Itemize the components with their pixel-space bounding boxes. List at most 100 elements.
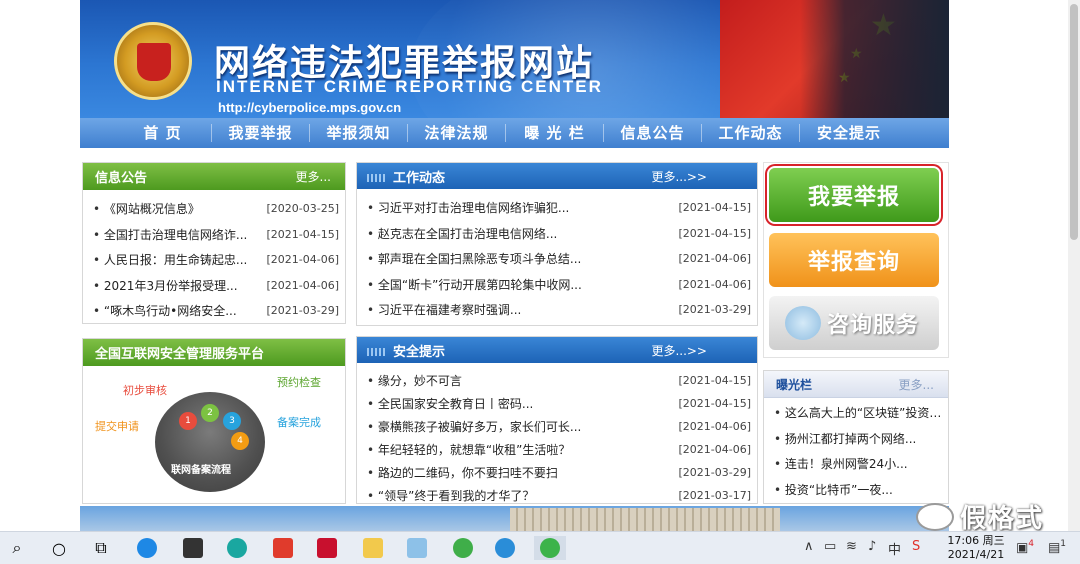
list-item[interactable]: 全民国家安全教育日丨密码...[2021-04-15] xyxy=(367,392,751,415)
header-dots-icon xyxy=(367,174,385,182)
site-url: http://cyberpolice.mps.gov.cn xyxy=(218,100,402,115)
list-item[interactable]: 路边的二维码，你不要扫哇不要扫[2021-03-29] xyxy=(367,461,751,484)
process-center-label: 联网备案流程 xyxy=(171,465,231,476)
info-notice-more-link[interactable]: 更多... xyxy=(296,168,331,185)
safety-tips-title: 安全提示 xyxy=(393,344,446,360)
list-item[interactable]: 缘分，妙不可言[2021-04-15] xyxy=(367,369,751,392)
main-nav: 首 页 我要举报 举报须知 法律法规 曝 光 栏 信息公告 工作动态 安全提示 xyxy=(80,118,949,148)
mail-icon[interactable]: ▣4 xyxy=(1016,539,1034,555)
work-news-list: 习近平对打击治理电信网络诈骗犯...[2021-04-15] 赵克志在全国打击治… xyxy=(357,189,757,323)
step-number: 1 xyxy=(179,412,197,430)
list-item[interactable]: 赵克志在全国打击治理电信网络...[2021-04-15] xyxy=(367,221,751,247)
step-label: 提交申请 xyxy=(95,420,139,433)
paint-icon[interactable] xyxy=(404,536,430,560)
list-item[interactable]: 习近平在福建考察时强调...[2021-03-29] xyxy=(367,297,751,323)
task-view-icon[interactable]: ⧉ xyxy=(88,536,114,560)
nav-report-notice[interactable]: 举报须知 xyxy=(310,124,408,142)
exposure-header: 曝光栏 更多... xyxy=(764,371,948,398)
building-graphic xyxy=(510,508,780,531)
file-explorer-icon[interactable] xyxy=(360,536,386,560)
bottom-banner-image xyxy=(80,506,949,531)
browser-icon[interactable] xyxy=(450,536,476,560)
info-notice-list: 《网站概况信息》[2020-03-25] 全国打击治理电信网络诈...[2021… xyxy=(83,190,345,324)
site-title-english: INTERNET CRIME REPORTING CENTER xyxy=(216,77,603,96)
exposure-more-link[interactable]: 更多... xyxy=(899,376,934,393)
nav-laws[interactable]: 法律法规 xyxy=(408,124,506,142)
list-item[interactable]: 这么高大上的“区块链”投资”... xyxy=(774,400,942,426)
edge-icon[interactable] xyxy=(224,536,250,560)
list-item[interactable]: 人民日报：用生命铸起忠...[2021-04-06] xyxy=(93,247,339,273)
store-icon[interactable] xyxy=(180,536,206,560)
list-item[interactable]: 习近平对打击治理电信网络诈骗犯...[2021-04-15] xyxy=(367,195,751,221)
consult-service-button[interactable]: 咨询服务 xyxy=(769,296,939,350)
scrollbar-thumb[interactable] xyxy=(1070,4,1078,240)
step-number: 4 xyxy=(231,432,249,450)
nav-report[interactable]: 我要举报 xyxy=(212,124,310,142)
info-notice-title: 信息公告 xyxy=(95,171,148,186)
list-item[interactable]: 连击！泉州网警24小... xyxy=(774,451,942,477)
site-banner: 网络违法犯罪举报网站 INTERNET CRIME REPORTING CENT… xyxy=(80,0,949,118)
nav-work-news[interactable]: 工作动态 xyxy=(702,124,800,142)
ie-icon[interactable] xyxy=(134,536,160,560)
safety-tips-panel: 安全提示 更多...>> 缘分，妙不可言[2021-04-15] 全民国家安全教… xyxy=(356,336,758,504)
list-item[interactable]: 郭声琨在全国扫黑除恶专项斗争总结...[2021-04-06] xyxy=(367,246,751,272)
mcafee-icon[interactable] xyxy=(314,536,340,560)
safety-tips-more-link[interactable]: 更多...>> xyxy=(651,342,707,359)
header-dots-icon xyxy=(367,348,385,356)
mail-badge: 4 xyxy=(1028,539,1035,549)
exposure-title: 曝光栏 xyxy=(776,377,813,392)
wechat-icon[interactable] xyxy=(534,536,566,560)
chevron-up-icon[interactable]: ∧ xyxy=(804,539,814,554)
nav-safety-tips[interactable]: 安全提示 xyxy=(800,124,898,142)
notification-count: 1 xyxy=(1060,539,1067,549)
list-item[interactable]: 《网站概况信息》[2020-03-25] xyxy=(93,196,339,222)
police-officers-graphic xyxy=(800,0,949,118)
work-news-panel: 工作动态 更多...>> 习近平对打击治理电信网络诈骗犯...[2021-04-… xyxy=(356,162,758,326)
microphone-icon xyxy=(785,306,821,340)
watermark: 假格式 xyxy=(916,498,1044,531)
watermark-text: 假格式 xyxy=(960,504,1045,531)
ime-indicator[interactable]: 中 xyxy=(888,539,901,558)
wifi-icon[interactable]: ≋ xyxy=(846,539,857,554)
clock[interactable]: 17:06 周三 2021/4/21 xyxy=(944,534,1008,562)
report-button[interactable]: 我要举报 xyxy=(769,168,939,222)
step-label: 预约检查 xyxy=(277,376,321,389)
safety-tips-header: 安全提示 更多...>> xyxy=(357,337,757,363)
red-app-icon[interactable] xyxy=(270,536,296,560)
clock-date: 2021/4/21 xyxy=(947,548,1005,561)
list-item[interactable]: 全国“断卡”行动开展第四轮集中收网...[2021-04-06] xyxy=(367,272,751,298)
list-item[interactable]: 扬州江都打掉两个网络... xyxy=(774,426,942,452)
step-number: 3 xyxy=(223,412,241,430)
cortana-icon[interactable]: ○ xyxy=(46,536,72,560)
wechat-logo-icon xyxy=(916,502,954,531)
browser-viewport: 网络违法犯罪举报网站 INTERNET CRIME REPORTING CENT… xyxy=(0,0,1080,531)
security-platform-panel[interactable]: 全国互联网安全管理服务平台 1 2 3 4 初步审核 预约检查 提交申请 备案完… xyxy=(82,338,346,504)
list-item[interactable]: “领导”终于看到我的才华了？[2021-03-17] xyxy=(367,484,751,507)
battery-icon[interactable]: ▭ xyxy=(824,539,836,554)
volume-icon[interactable]: ♪ xyxy=(868,539,876,554)
work-news-header: 工作动态 更多...>> xyxy=(357,163,757,189)
list-item[interactable]: “啄木鸟行动•网络安全...[2021-03-29] xyxy=(93,298,339,324)
report-query-button[interactable]: 举报查询 xyxy=(769,233,939,287)
taskbar: ⌕ ○ ⧉ ∧ ▭ ≋ ♪ 中 S 17:06 周三 2021/4/21 ▣4 … xyxy=(0,531,1080,564)
consult-service-label: 咨询服务 xyxy=(826,313,919,338)
scrollbar[interactable] xyxy=(1068,0,1080,531)
nav-exposure[interactable]: 曝 光 栏 xyxy=(506,124,604,142)
search-icon[interactable]: ⌕ xyxy=(4,536,30,560)
info-notice-header: 信息公告 更多... xyxy=(83,163,345,190)
work-news-title: 工作动态 xyxy=(393,170,446,186)
safety-tips-list: 缘分，妙不可言[2021-04-15] 全民国家安全教育日丨密码...[2021… xyxy=(357,363,757,507)
qq-browser-icon[interactable] xyxy=(492,536,518,560)
clock-time: 17:06 周三 xyxy=(947,534,1005,547)
nav-info-notice[interactable]: 信息公告 xyxy=(604,124,702,142)
sogou-input-icon[interactable]: S xyxy=(912,539,920,554)
list-item[interactable]: 豪横熊孩子被骗好多万，家长们可长...[2021-04-06] xyxy=(367,415,751,438)
list-item[interactable]: 全国打击治理电信网络诈...[2021-04-15] xyxy=(93,222,339,248)
nav-home[interactable]: 首 页 xyxy=(114,124,212,142)
list-item[interactable]: 年纪轻轻的，就想靠“收租”生活啦？[2021-04-06] xyxy=(367,438,751,461)
work-news-more-link[interactable]: 更多...>> xyxy=(651,168,707,185)
police-emblem-icon xyxy=(114,22,192,100)
list-item[interactable]: 2021年3月份举报受理...[2021-04-06] xyxy=(93,273,339,299)
security-platform-title: 全国互联网安全管理服务平台 xyxy=(95,347,265,362)
notification-icon[interactable]: ▤1 xyxy=(1048,539,1066,555)
